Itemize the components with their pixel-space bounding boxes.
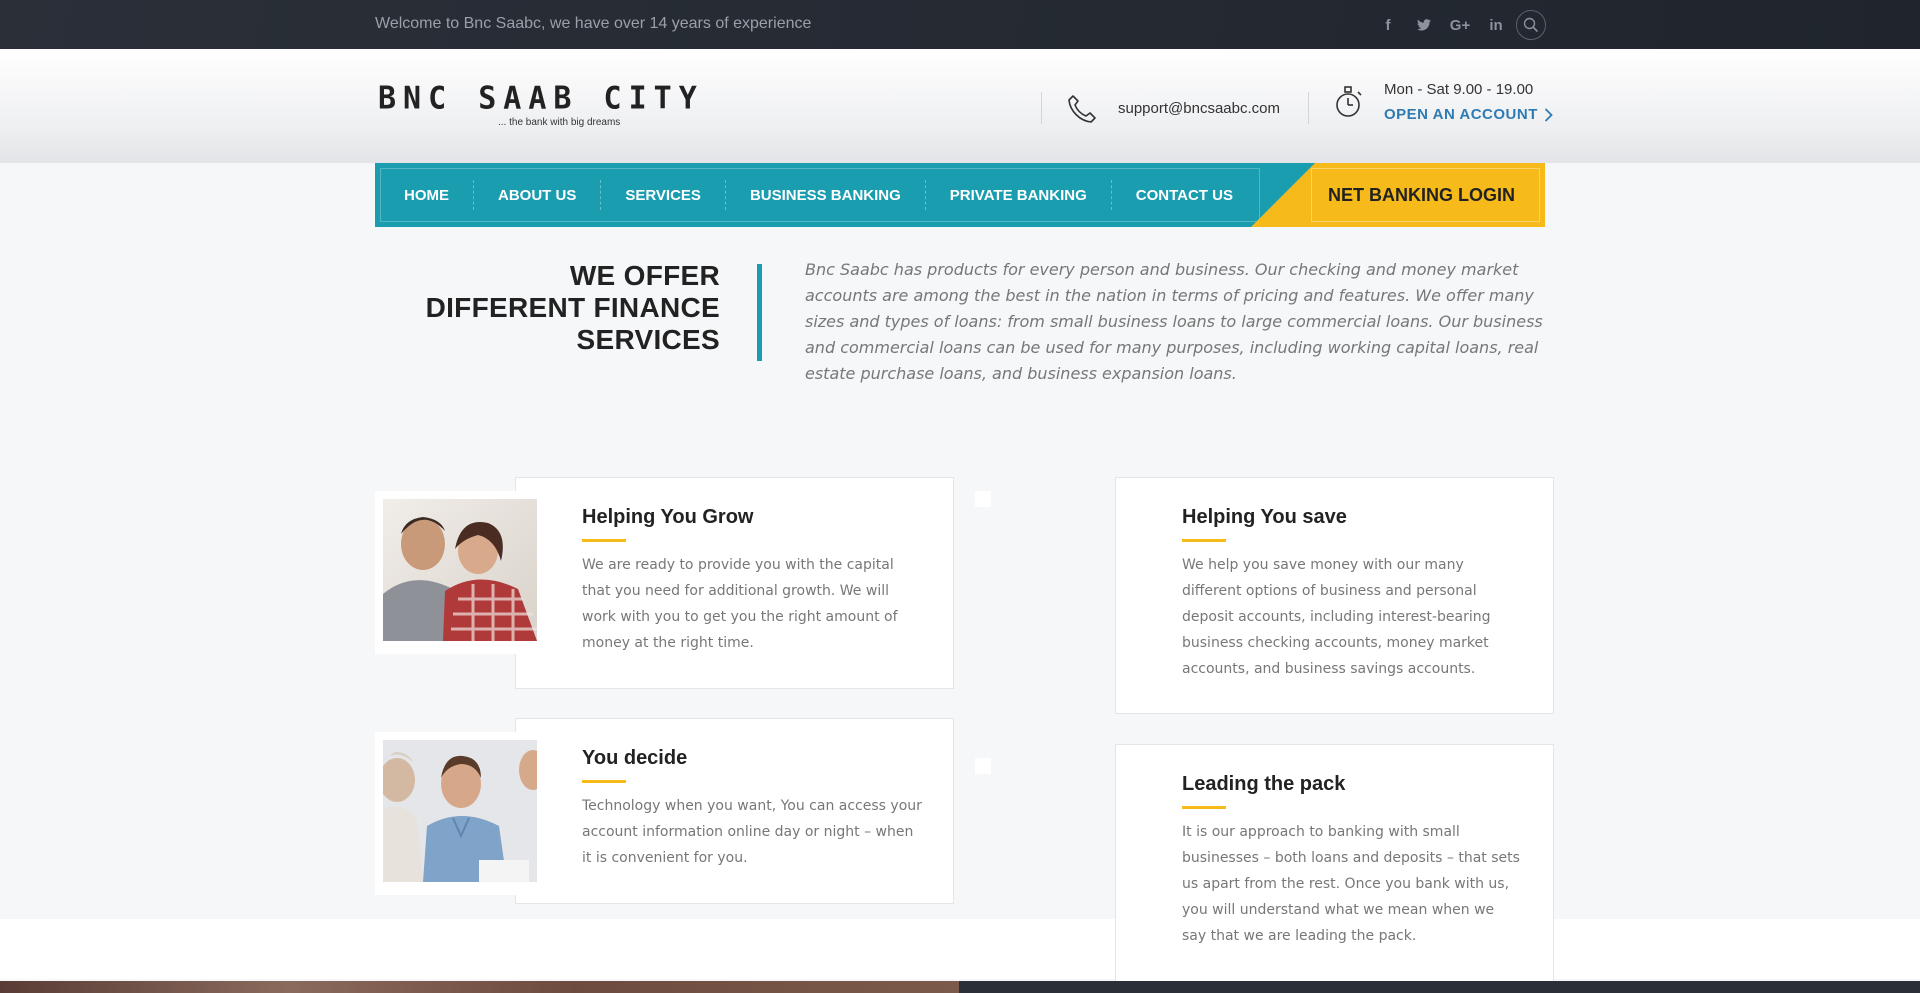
support-email[interactable]: support@bncsaabc.com [1118,100,1280,117]
card-title-underline [1182,806,1226,809]
businessman-photo [379,740,547,882]
google-plus-icon[interactable]: G+ [1442,13,1478,37]
nav-item-contact-us[interactable]: CONTACT US [1112,180,1257,210]
service-card: Helping You Grow We are ready to provide… [515,477,954,689]
nav-item-home[interactable]: HOME [380,180,474,210]
card-photo-frame [375,732,547,895]
logo[interactable]: BNC SAAB CITY ... the bank with big drea… [378,80,704,128]
phone-icon [1068,95,1096,123]
main-nav: HOME ABOUT US SERVICES BUSINESS BANKING … [375,163,1545,227]
service-card: You decide Technology when you want, You… [515,718,954,904]
card-text: We are ready to provide you with the cap… [582,557,898,651]
logo-name: BNC SAAB CITY [378,80,704,117]
card-text: We help you save money with our many dif… [1182,557,1491,677]
stopwatch-icon [1336,86,1362,117]
card-title: Leading the pack [1182,773,1346,795]
couple-photo [383,499,537,641]
bottom-section-image [0,981,959,993]
opening-hours: Mon - Sat 9.00 - 19.00 [1384,81,1534,98]
open-account-label: OPEN AN ACCOUNT [1384,106,1538,123]
search-button[interactable] [1516,10,1546,40]
card-title: You decide [582,747,688,769]
open-account-link[interactable]: OPEN AN ACCOUNT [1384,106,1553,123]
bottom-section-dark-panel [959,981,1920,993]
search-icon [1523,17,1539,33]
social-links: f G+ in [1370,13,1514,37]
card-title-underline [582,539,626,542]
service-card: Leading the pack It is our approach to b… [1115,744,1554,984]
net-banking-login-button[interactable]: NET BANKING LOGIN [1251,163,1545,227]
offer-description: Bnc Saabc has products for every person … [805,260,1543,383]
decorative-square [975,758,991,774]
card-title-underline [1182,539,1226,542]
logo-tagline: ... the bank with big dreams [498,117,621,128]
offer-heading: WE OFFER DIFFERENT FINANCE SERVICES [426,260,720,356]
decorative-square [975,491,991,507]
nav-item-services[interactable]: SERVICES [601,180,726,210]
chevron-right-icon [1544,107,1553,122]
header-divider [1308,92,1309,124]
section-divider-strip [0,919,1920,979]
offer-accent-bar [757,264,762,361]
nav-item-about-us[interactable]: ABOUT US [474,180,602,210]
nav-item-private-banking[interactable]: PRIVATE BANKING [926,180,1112,210]
card-title: Helping You Grow [582,506,754,528]
card-text: It is our approach to banking with small… [1182,824,1520,944]
header-divider [1041,92,1042,124]
nav-items: HOME ABOUT US SERVICES BUSINESS BANKING … [380,163,1257,227]
twitter-icon[interactable] [1406,13,1442,37]
net-banking-login-label: NET BANKING LOGIN [1328,185,1515,205]
top-bar: Welcome to Bnc Saabc, we have over 14 ye… [0,0,1920,49]
nav-item-business-banking[interactable]: BUSINESS BANKING [726,180,926,210]
welcome-text: Welcome to Bnc Saabc, we have over 14 ye… [375,15,812,32]
card-title: Helping You save [1182,506,1347,528]
site-header: BNC SAAB CITY ... the bank with big drea… [0,49,1920,163]
facebook-icon[interactable]: f [1370,13,1406,37]
card-title-underline [582,780,626,783]
offer-heading-line: DIFFERENT FINANCE [425,292,720,323]
linkedin-icon[interactable]: in [1478,13,1514,37]
card-text: Technology when you want, You can access… [582,798,922,866]
offer-heading-line: WE OFFER [569,260,720,291]
service-card: Helping You save We help you save money … [1115,477,1554,714]
card-photo-frame [375,491,545,654]
offer-heading-line: SERVICES [576,324,720,355]
